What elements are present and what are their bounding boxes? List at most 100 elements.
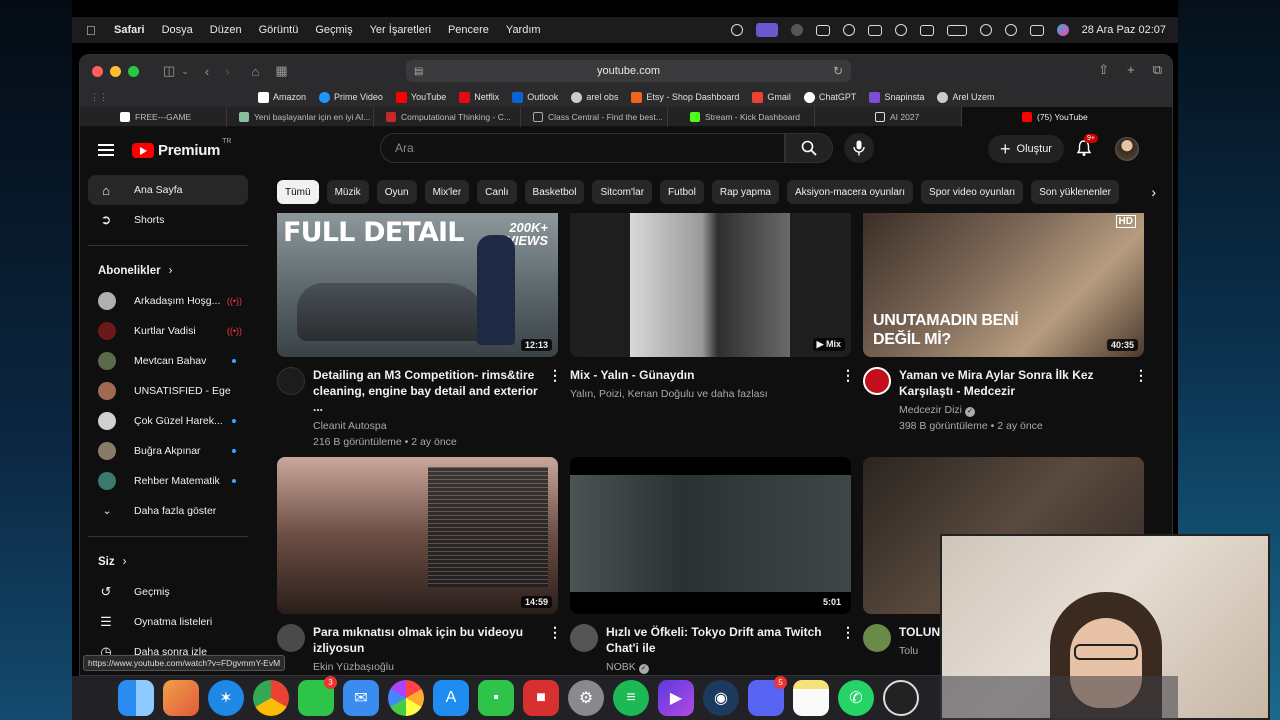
siri-icon[interactable] [1056, 24, 1069, 36]
facetime-icon[interactable]: ▪ [478, 680, 514, 716]
account-avatar[interactable] [1115, 137, 1139, 161]
sidebar-item-history[interactable]: ↺ Geçmiş [88, 577, 248, 607]
notes-icon[interactable] [793, 680, 829, 716]
app-store-icon[interactable]: A [433, 680, 469, 716]
chip-live[interactable]: Canlı [477, 180, 517, 204]
safari-icon[interactable]: ✶ [208, 680, 244, 716]
bookmark-item[interactable]: Arel Uzem [937, 91, 994, 103]
close-window-button[interactable] [92, 65, 103, 77]
wifi-icon[interactable] [979, 24, 992, 36]
home-icon[interactable]: ⌂ [252, 64, 260, 79]
video-thumbnail[interactable]: 5:01 [570, 457, 851, 614]
whatsapp-icon[interactable]: ✆ [838, 680, 874, 716]
subscription-item[interactable]: Kurtlar Vadisi ((•)) [88, 316, 248, 346]
video-thumbnail[interactable]: HD UNUTAMADIN BENİ DEĞİL Mİ? 40:35 [863, 213, 1144, 357]
video-card[interactable]: ▶ Mix Mix - Yalın - Günaydın Yalın, Poiz… [570, 213, 855, 402]
zoom-window-button[interactable] [128, 65, 139, 77]
more-options-icon[interactable]: ⋮ [841, 367, 855, 384]
channel-avatar[interactable] [570, 624, 598, 652]
steam-icon[interactable]: ◉ [703, 680, 739, 716]
subscription-item[interactable]: Mevtcan Bahav [88, 346, 248, 376]
chip-sitcoms[interactable]: Sitcom'lar [592, 180, 653, 204]
search-input[interactable]: Ara [380, 133, 785, 163]
share-icon[interactable]: ⇧ [1098, 62, 1109, 78]
control-center-icon[interactable] [1029, 24, 1044, 36]
channel-name[interactable]: Medcezir Dizi ✓ [899, 403, 1124, 418]
browser-tab-active[interactable]: (75) YouTube [962, 106, 1172, 127]
screen-record-icon[interactable] [755, 23, 778, 37]
video-thumbnail[interactable]: FULL DETAIL 200K+ VIEWS 12:13 [277, 213, 558, 357]
tuning-icon[interactable] [867, 24, 882, 36]
video-title[interactable]: Yaman ve Mira Aylar Sonra İlk Kez Karşıl… [899, 367, 1124, 399]
video-card[interactable]: FULL DETAIL 200K+ VIEWS 12:13 Detailing … [277, 213, 562, 450]
chrome-icon[interactable] [253, 680, 289, 716]
subscription-item[interactable]: UNSATISFIED - Ege ... [88, 376, 248, 406]
video-title[interactable]: Hızlı ve Öfkeli: Tokyo Drift ama Twitch … [606, 624, 831, 656]
more-options-icon[interactable]: ⋮ [841, 624, 855, 641]
minimize-window-button[interactable] [110, 65, 121, 77]
bookmark-item[interactable]: Snapinsta [869, 91, 924, 103]
subscription-item[interactable]: Rehber Matematik [88, 466, 248, 496]
status-app-icon[interactable] [730, 24, 743, 36]
channel-avatar[interactable] [863, 624, 891, 652]
chip-mixes[interactable]: Mix'ler [424, 180, 470, 204]
notifications-button[interactable]: 9+ [1075, 134, 1098, 159]
browser-tab[interactable]: Computational Thinking - C... [374, 106, 521, 127]
chip-music[interactable]: Müzik [326, 180, 369, 204]
tab-grid-icon[interactable]: ⧉ [1153, 62, 1162, 78]
channel-name[interactable]: NOBK ✓ [606, 660, 831, 675]
photos-icon[interactable] [388, 680, 424, 716]
status-dot-icon[interactable] [790, 24, 803, 36]
bookmark-item[interactable]: Outlook [512, 91, 558, 103]
bookmarks-grid-icon[interactable]: ⋮⋮ [90, 92, 108, 103]
video-title[interactable]: Mix - Yalın - Günaydın [570, 367, 830, 383]
channel-avatar[interactable] [863, 367, 891, 395]
car-icon[interactable] [919, 24, 934, 36]
chip-all[interactable]: Tümü [277, 180, 319, 204]
show-more-button[interactable]: ⌄ Daha fazla göster [88, 496, 248, 526]
battery-icon[interactable] [946, 24, 967, 36]
video-card[interactable]: HD UNUTAMADIN BENİ DEĞİL Mİ? 40:35 Yaman… [863, 213, 1148, 434]
channel-name[interactable]: Cleanit Autospa [313, 419, 538, 434]
more-options-icon[interactable]: ⋮ [548, 624, 562, 641]
chip-football[interactable]: Futbol [660, 180, 704, 204]
sidebar-item-shorts[interactable]: ➲ Shorts [88, 205, 248, 235]
chip-basketball[interactable]: Basketbol [524, 180, 585, 204]
bookmark-item[interactable]: YouTube [395, 91, 446, 103]
video-title[interactable]: Para mıknatısı olmak için bu videoyu izl… [313, 624, 538, 656]
display-icon[interactable] [815, 24, 830, 36]
browser-tab[interactable]: Yeni başlayanlar için en iyi AI... [227, 106, 374, 127]
subscription-item[interactable]: Buğra Akpınar [88, 436, 248, 466]
sidebar-toggle-icon[interactable]: ◫ [163, 63, 175, 79]
user-status-icon[interactable] [894, 24, 907, 36]
video-title[interactable]: Detailing an M3 Competition- rims&tire c… [313, 367, 538, 415]
menu-window[interactable]: Pencere [448, 24, 489, 36]
create-button[interactable]: + Oluştur [988, 135, 1064, 163]
voice-search-button[interactable] [844, 133, 874, 163]
chip-rap[interactable]: Rap yapma [711, 180, 779, 204]
menu-file[interactable]: Dosya [162, 24, 193, 36]
menu-view[interactable]: Görüntü [259, 24, 299, 36]
you-section-header[interactable]: Siz › [98, 547, 248, 577]
finder-icon[interactable] [118, 680, 154, 716]
channel-avatar[interactable] [277, 367, 305, 395]
browser-tab[interactable]: Class Central - Find the best... [521, 106, 668, 127]
chips-next-button[interactable]: › [1130, 180, 1160, 204]
chip-gaming[interactable]: Oyun [376, 180, 417, 204]
subscription-item[interactable]: Arkadaşım Hoşg... ((•)) [88, 286, 248, 316]
channel-avatar[interactable] [277, 624, 305, 652]
subscriptions-header[interactable]: Abonelikler › [98, 256, 248, 286]
search-button[interactable] [785, 133, 833, 163]
spotlight-search-icon[interactable] [1004, 24, 1017, 36]
menu-app-name[interactable]: Safari [114, 24, 145, 36]
browser-tab[interactable]: AI 2027 [815, 106, 962, 127]
hamburger-menu-icon[interactable] [98, 141, 114, 159]
chip-sports-games[interactable]: Spor video oyunları [921, 180, 1024, 204]
video-player-icon[interactable]: ▶ [658, 680, 694, 716]
subscription-item[interactable]: Çok Güzel Harek... [88, 406, 248, 436]
browser-tab[interactable]: Stream - Kick Dashboard [668, 106, 815, 127]
more-options-icon[interactable]: ⋮ [1134, 367, 1148, 384]
youtube-premium-logo[interactable]: Premium TR [132, 138, 231, 159]
page-menu-icon[interactable]: ▤ [414, 66, 423, 77]
more-options-icon[interactable]: ⋮ [548, 367, 562, 384]
